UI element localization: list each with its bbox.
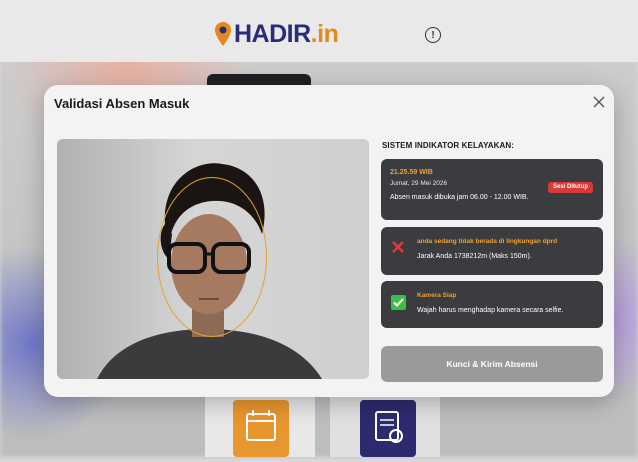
x-mark-icon (392, 241, 404, 253)
camera-status-title: Kamera Siap (417, 292, 457, 299)
location-status-title: anda sedang tidak berada di lingkungan d… (417, 238, 558, 245)
location-distance: Jarak Anda 1738212m (Maks 150m). (417, 253, 532, 260)
indicator-title: SISTEM INDIKATOR KELAYAKAN: (382, 141, 515, 150)
document-icon (360, 400, 416, 457)
location-pin-icon (215, 22, 231, 46)
status-badge: Sesi Ditutup (547, 182, 593, 193)
close-icon[interactable] (592, 95, 606, 109)
modal-title: Validasi Absen Masuk (54, 96, 190, 111)
opening-hours: Absen masuk dibuka jam 06.00 - 12.00 WIB… (390, 194, 529, 201)
attendance-validation-modal: Validasi Absen Masuk SISTEM INDIKATOR KE… (44, 85, 614, 397)
submit-attendance-button[interactable]: Kunci & Kirim Absensi (381, 346, 603, 382)
info-icon[interactable]: ! (425, 27, 441, 43)
current-time: 21.25.59 WIB (390, 169, 433, 176)
app-logo: HADIR.in (214, 18, 339, 50)
face-guide-oval (157, 177, 267, 337)
time-status-panel: 21.25.59 WIB Jumat, 29 Mei 2026 Absen ma… (381, 159, 603, 220)
logo-text: HADIR.in (234, 19, 339, 48)
location-status-panel: anda sedang tidak berada di lingkungan d… (381, 227, 603, 275)
camera-instruction: Wajah harus menghadap kamera secara self… (417, 307, 564, 314)
camera-preview (57, 139, 369, 379)
check-icon (391, 295, 406, 310)
calendar-icon (233, 400, 289, 457)
camera-status-panel: Kamera Siap Wajah harus menghadap kamera… (381, 281, 603, 328)
current-date: Jumat, 29 Mei 2026 (390, 180, 448, 187)
